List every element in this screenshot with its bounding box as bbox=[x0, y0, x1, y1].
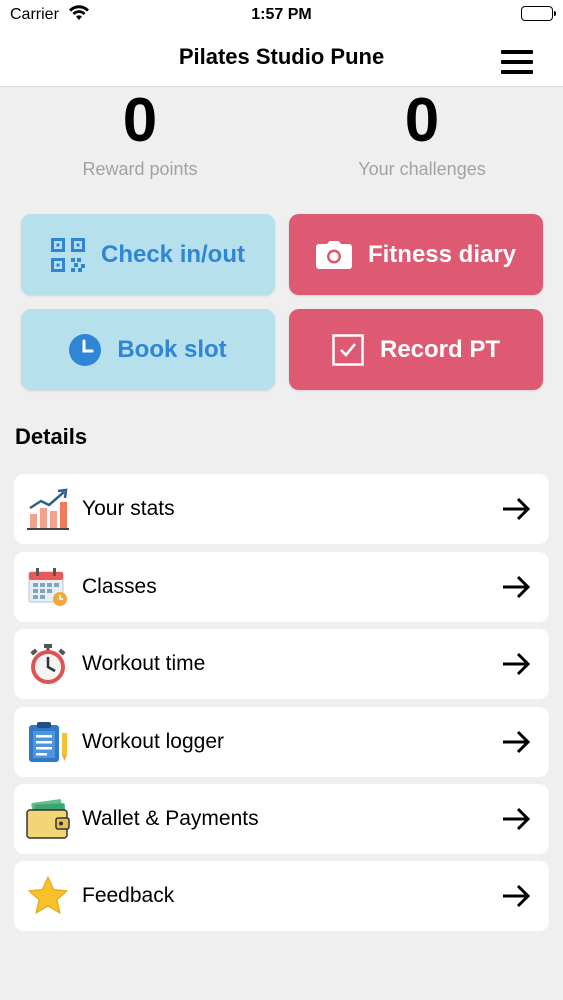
clipboard-icon bbox=[26, 720, 70, 764]
reward-points-value: 0 bbox=[122, 86, 158, 155]
check-in-out-button[interactable]: Check in/out bbox=[21, 214, 275, 295]
arrow-right-icon bbox=[501, 652, 531, 676]
nav-bar: Pilates Studio Pune bbox=[0, 30, 563, 87]
arrow-right-icon bbox=[501, 575, 531, 599]
arrow-right-icon bbox=[501, 807, 531, 831]
list-item-label: Feedback bbox=[82, 884, 175, 907]
arrow-right-icon bbox=[501, 497, 531, 521]
challenges-stat: 0 Your challenges bbox=[281, 87, 563, 180]
book-slot-label: Book slot bbox=[117, 335, 227, 363]
list-item-workout-time[interactable]: Workout time bbox=[14, 629, 549, 699]
clock-time: 1:57 PM bbox=[251, 6, 312, 23]
clock-icon bbox=[69, 333, 102, 366]
list-item-label: Classes bbox=[82, 575, 157, 598]
chart-icon bbox=[26, 487, 70, 531]
list-item-workout-logger[interactable]: Workout logger bbox=[14, 707, 549, 777]
status-bar: Carrier 1:57 PM bbox=[0, 0, 563, 30]
checkbox-icon bbox=[332, 333, 364, 366]
list-item-label: Your stats bbox=[82, 497, 175, 520]
list-item-classes[interactable]: Classes bbox=[14, 552, 549, 622]
list-item-label: Workout logger bbox=[82, 730, 225, 753]
record-pt-label: Record PT bbox=[379, 335, 501, 363]
arrow-right-icon bbox=[501, 730, 531, 754]
page-title: Pilates Studio Pune bbox=[178, 44, 385, 69]
camera-icon bbox=[315, 240, 352, 269]
challenges-label: Your challenges bbox=[358, 159, 486, 179]
list-item-feedback[interactable]: Feedback bbox=[14, 861, 549, 931]
star-icon bbox=[26, 874, 70, 918]
calendar-icon bbox=[26, 565, 70, 609]
hamburger-menu-icon[interactable] bbox=[501, 50, 533, 74]
wallet-icon bbox=[26, 797, 70, 841]
list-item-label: Workout time bbox=[82, 652, 206, 675]
check-in-out-label: Check in/out bbox=[100, 240, 245, 268]
list-item-your-stats[interactable]: Your stats bbox=[14, 474, 549, 544]
fitness-diary-label: Fitness diary bbox=[367, 240, 517, 268]
stopwatch-icon bbox=[26, 642, 70, 686]
details-heading: Details bbox=[15, 424, 88, 449]
arrow-right-icon bbox=[501, 884, 531, 908]
book-slot-button[interactable]: Book slot bbox=[21, 309, 275, 390]
list-item-label: Wallet & Payments bbox=[82, 807, 259, 830]
battery-icon bbox=[521, 6, 556, 21]
record-pt-button[interactable]: Record PT bbox=[289, 309, 543, 390]
reward-points-label: Reward points bbox=[82, 159, 198, 179]
fitness-diary-button[interactable]: Fitness diary bbox=[289, 214, 543, 295]
stats-summary: 0 Reward points 0 Your challenges bbox=[0, 87, 563, 197]
challenges-value: 0 bbox=[404, 86, 440, 155]
list-item-wallet-payments[interactable]: Wallet & Payments bbox=[14, 784, 549, 854]
qr-code-icon bbox=[50, 237, 85, 272]
reward-points-stat: 0 Reward points bbox=[0, 87, 281, 180]
